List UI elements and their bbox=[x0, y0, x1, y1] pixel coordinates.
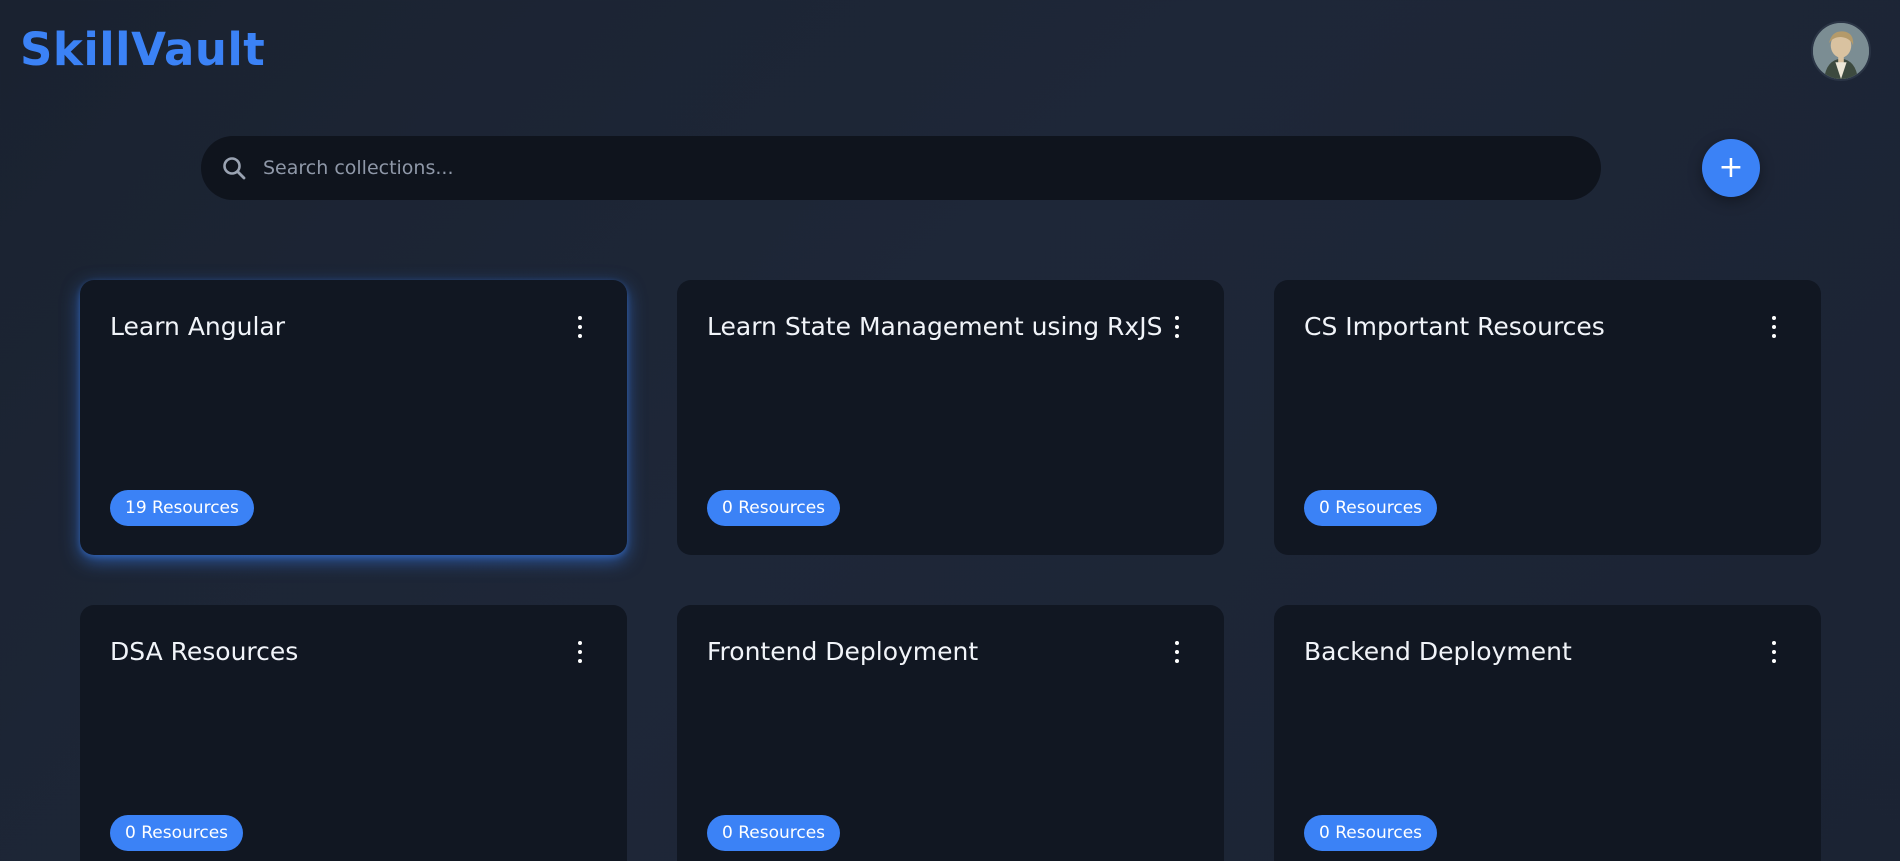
collection-card[interactable]: Learn State Management using RxJS 0 Reso… bbox=[677, 280, 1224, 555]
collections-grid: Learn Angular 19 Resources Learn State M… bbox=[80, 280, 1821, 861]
collection-card[interactable]: Learn Angular 19 Resources bbox=[80, 280, 627, 555]
app-header: SkillVault bbox=[0, 0, 1900, 100]
more-options-icon[interactable] bbox=[1767, 316, 1781, 338]
collection-title: Learn Angular bbox=[110, 312, 286, 341]
search-input[interactable] bbox=[263, 136, 1601, 200]
more-options-icon[interactable] bbox=[1767, 641, 1781, 663]
collection-title: Learn State Management using RxJS bbox=[707, 312, 1163, 341]
collection-title: Backend Deployment bbox=[1304, 637, 1572, 666]
more-options-icon[interactable] bbox=[573, 316, 587, 338]
resource-count-badge: 0 Resources bbox=[1304, 490, 1438, 526]
resource-count-badge: 0 Resources bbox=[707, 815, 841, 851]
user-avatar-icon[interactable] bbox=[1811, 21, 1871, 81]
more-options-icon[interactable] bbox=[1170, 641, 1184, 663]
collection-title: Frontend Deployment bbox=[707, 637, 979, 666]
search-icon bbox=[221, 155, 247, 181]
collection-title: DSA Resources bbox=[110, 637, 299, 666]
resource-count-badge: 0 Resources bbox=[1304, 815, 1438, 851]
collection-card[interactable]: Frontend Deployment 0 Resources bbox=[677, 605, 1224, 861]
search-bar bbox=[201, 136, 1601, 200]
collection-card[interactable]: DSA Resources 0 Resources bbox=[80, 605, 627, 861]
avatar-image bbox=[1813, 23, 1869, 79]
more-options-icon[interactable] bbox=[1170, 316, 1184, 338]
more-options-icon[interactable] bbox=[573, 641, 587, 663]
brand-logo[interactable]: SkillVault bbox=[20, 24, 265, 76]
collection-card[interactable]: Backend Deployment 0 Resources bbox=[1274, 605, 1821, 861]
resource-count-badge: 0 Resources bbox=[707, 490, 841, 526]
resource-count-badge: 19 Resources bbox=[110, 490, 254, 526]
collection-title: CS Important Resources bbox=[1304, 312, 1605, 341]
add-collection-button[interactable]: + bbox=[1702, 139, 1760, 197]
resource-count-badge: 0 Resources bbox=[110, 815, 244, 851]
collection-card[interactable]: CS Important Resources 0 Resources bbox=[1274, 280, 1821, 555]
